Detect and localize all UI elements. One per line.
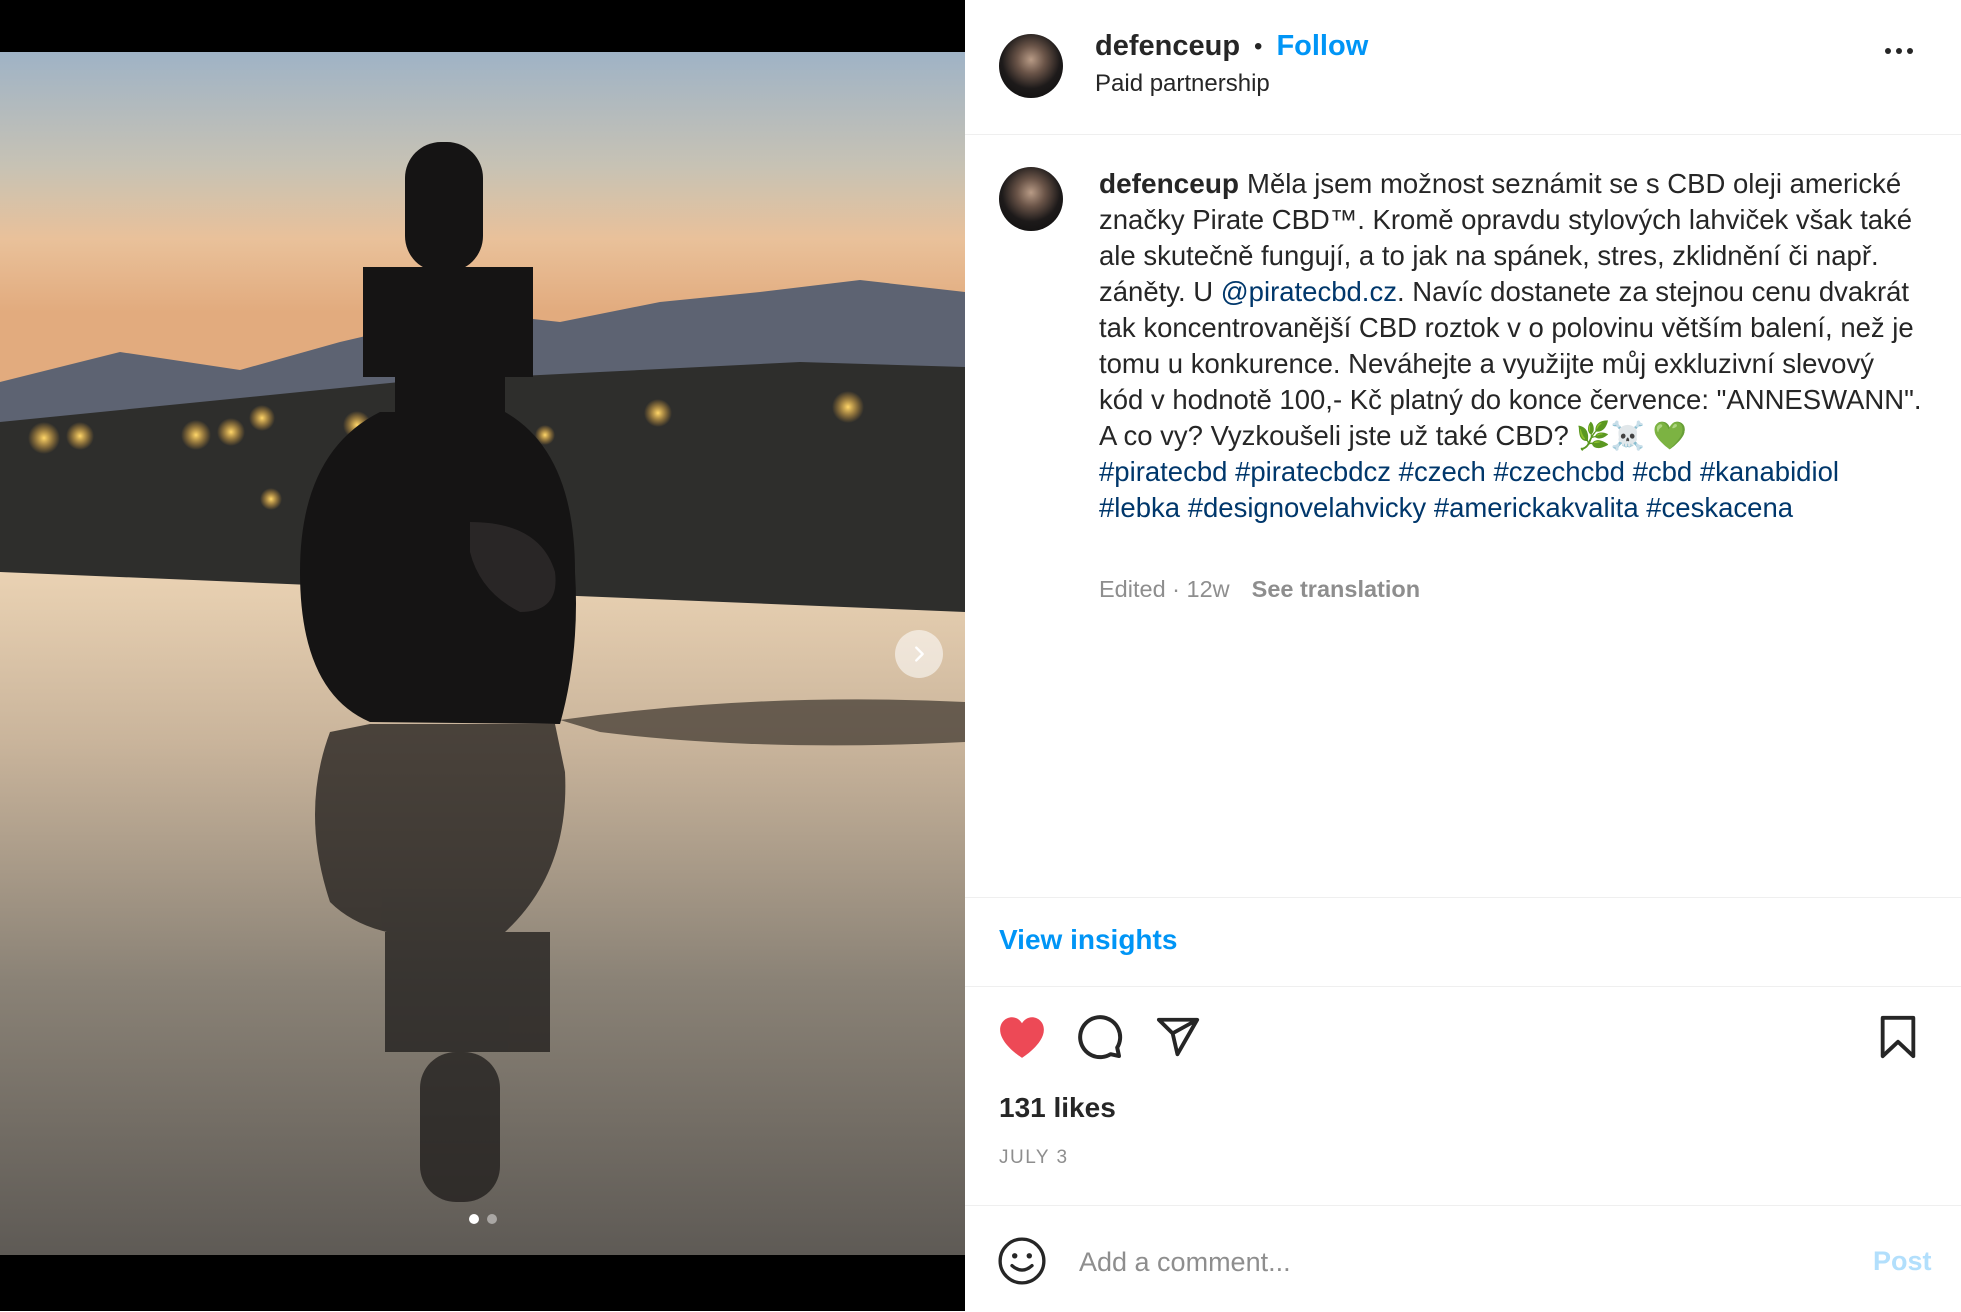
comment-button[interactable] bbox=[1073, 1010, 1127, 1064]
heart-filled-icon bbox=[1000, 1017, 1044, 1058]
comment-input[interactable] bbox=[1077, 1238, 1781, 1286]
post-header: defenceup • Follow Paid partnership bbox=[965, 0, 1961, 135]
hashtag-link[interactable]: #americkakvalita bbox=[1434, 492, 1639, 523]
paid-partnership-label[interactable]: Paid partnership bbox=[1095, 70, 1270, 98]
separator-dot: • bbox=[1254, 32, 1263, 60]
carousel-dot bbox=[486, 1214, 497, 1224]
hashtag-link[interactable]: #designovelahvicky bbox=[1188, 492, 1426, 523]
carousel-dot-active bbox=[468, 1214, 479, 1224]
save-button[interactable] bbox=[1871, 1010, 1925, 1064]
see-translation-button[interactable]: See translation bbox=[1252, 576, 1420, 603]
hashtag-link[interactable]: #ceskacena bbox=[1646, 492, 1793, 523]
hashtag-link[interactable]: #lebka bbox=[1099, 492, 1180, 523]
comment-bar: Post bbox=[965, 1205, 1961, 1312]
more-horizontal-icon bbox=[1885, 48, 1891, 54]
like-button[interactable] bbox=[995, 1010, 1049, 1064]
share-button[interactable] bbox=[1151, 1010, 1205, 1064]
caption-username[interactable]: defenceup bbox=[1099, 168, 1239, 199]
view-insights-button[interactable]: View insights bbox=[999, 924, 1177, 956]
comment-icon bbox=[1078, 1015, 1123, 1060]
hashtag-link[interactable]: #piratecbd bbox=[1099, 456, 1227, 487]
post-caption: defenceup Měla jsem možnost seznámit se s… bbox=[1099, 166, 1924, 526]
caption-meta: Edited · 12w See translation bbox=[1099, 576, 1420, 603]
hashtag-link[interactable]: #czechcbd bbox=[1493, 456, 1624, 487]
mention-link[interactable]: @piratecbd.cz bbox=[1221, 276, 1397, 307]
insights-bar: View insights bbox=[965, 897, 1961, 987]
hashtag-link[interactable]: #cbd bbox=[1633, 456, 1693, 487]
hashtag-link[interactable]: #czech bbox=[1399, 456, 1486, 487]
post-panel: defenceup • Follow Paid partnership defe… bbox=[965, 0, 1961, 1311]
post-media bbox=[0, 0, 965, 1311]
action-bar bbox=[965, 1010, 1961, 1070]
carousel-next-button[interactable] bbox=[895, 630, 943, 678]
bookmark-icon bbox=[1880, 1015, 1916, 1059]
edited-timestamp[interactable]: Edited · 12w bbox=[1099, 576, 1230, 603]
header-name-row: defenceup • Follow bbox=[1095, 30, 1368, 63]
username-link[interactable]: defenceup bbox=[1095, 30, 1240, 63]
hashtag-link[interactable]: #piratecbdcz bbox=[1235, 456, 1391, 487]
post-comment-button[interactable]: Post bbox=[1873, 1246, 1932, 1277]
send-icon bbox=[1156, 1017, 1200, 1057]
carousel-indicator bbox=[0, 1214, 965, 1224]
avatar[interactable] bbox=[999, 34, 1063, 98]
post-date[interactable]: JULY 3 bbox=[999, 1147, 1069, 1169]
more-options-button[interactable] bbox=[1885, 48, 1913, 54]
emoji-icon[interactable] bbox=[997, 1236, 1047, 1286]
hashtag-link[interactable]: #kanabidiol bbox=[1700, 456, 1839, 487]
follow-button[interactable]: Follow bbox=[1276, 30, 1368, 63]
post-photo[interactable] bbox=[0, 52, 965, 1255]
likes-count[interactable]: 131 likes bbox=[999, 1092, 1116, 1124]
chevron-right-icon bbox=[915, 646, 924, 662]
caption-avatar[interactable] bbox=[999, 167, 1063, 231]
